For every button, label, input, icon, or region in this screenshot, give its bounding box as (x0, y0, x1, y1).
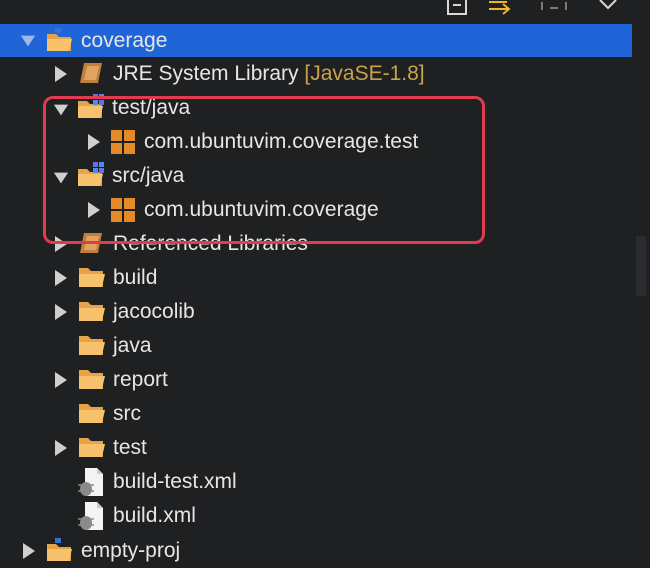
chevron-right-icon[interactable] (53, 370, 69, 390)
scrollbar-thumb[interactable] (636, 236, 646, 296)
tree-label: empty-proj (81, 539, 181, 562)
tree-item-package-coverage-test[interactable]: com.ubuntuvim.coverage.test (0, 125, 632, 159)
tree-label: coverage (81, 28, 168, 52)
tree-item-test-java[interactable]: test/java (0, 91, 632, 125)
tree-label: src/java (112, 164, 185, 187)
tree-item-referenced-libraries[interactable]: Referenced Libraries (0, 227, 632, 261)
tree-item-src-java[interactable]: src/java (0, 159, 632, 193)
folder-icon (79, 268, 105, 287)
collapse-all-icon[interactable] (444, 0, 472, 18)
focus-icon[interactable] (540, 0, 568, 18)
folder-icon (79, 404, 105, 423)
ant-file-icon (78, 468, 103, 496)
chevron-right-icon[interactable] (53, 64, 69, 84)
tree-label: Referenced Libraries (113, 232, 308, 255)
tree-label: com.ubuntuvim.coverage (144, 198, 379, 221)
chevron-right-icon[interactable] (53, 234, 69, 254)
tree-label: jacocolib (113, 300, 195, 323)
chevron-right-icon[interactable] (86, 200, 102, 220)
chevron-right-icon[interactable] (53, 302, 69, 322)
project-folder-icon (47, 538, 72, 561)
tree-item-coverage[interactable]: coverage (0, 24, 632, 57)
jre-version-decoration: [JavaSE-1.8] (304, 62, 425, 85)
scrollbar[interactable] (632, 0, 650, 556)
tree-label: test (113, 436, 147, 459)
project-folder-icon (47, 28, 72, 51)
tree-label: test/java (112, 96, 191, 119)
package-icon (111, 198, 135, 222)
tree-item-test[interactable]: test (0, 431, 632, 465)
chevron-down-icon[interactable] (53, 100, 69, 120)
chevron-down-icon[interactable] (53, 168, 69, 188)
library-icon (80, 233, 102, 253)
tree-item-src[interactable]: src (0, 397, 632, 431)
view-toolbar (0, 0, 650, 22)
package-icon (111, 130, 135, 154)
folder-icon (79, 370, 105, 389)
tree-item-jacocolib[interactable]: jacocolib (0, 295, 632, 329)
tree-label: report (113, 368, 168, 391)
tree-item-build-test-xml[interactable]: build-test.xml (0, 465, 632, 499)
chevron-right-icon[interactable] (21, 541, 37, 561)
folder-icon (79, 336, 105, 355)
tree-label: src (113, 402, 141, 425)
tree-label: build.xml (113, 504, 196, 527)
source-folder-icon (78, 94, 104, 118)
tree-item-build[interactable]: build (0, 261, 632, 295)
chevron-right-icon[interactable] (53, 268, 69, 288)
tree-item-java[interactable]: java (0, 329, 632, 363)
tree-label: com.ubuntuvim.coverage.test (144, 130, 419, 153)
tree-item-package-coverage[interactable]: com.ubuntuvim.coverage (0, 193, 632, 227)
tree-item-jre-system-library[interactable]: JRE System Library [JavaSE-1.8] (0, 57, 632, 91)
chevron-down-icon[interactable] (20, 31, 36, 51)
tree-item-empty-proj[interactable]: empty-proj (0, 534, 632, 568)
tree-label: build-test.xml (113, 470, 237, 493)
tree-label: JRE System Library [JavaSE-1.8] (113, 62, 425, 85)
chevron-right-icon[interactable] (86, 132, 102, 152)
folder-icon (79, 302, 105, 321)
library-icon (80, 63, 102, 83)
folder-icon (79, 438, 105, 457)
source-folder-icon (78, 162, 104, 186)
tree-label: build (113, 266, 158, 289)
chevron-right-icon[interactable] (53, 438, 69, 458)
tree-item-report[interactable]: report (0, 363, 632, 397)
ant-file-icon (78, 502, 103, 530)
tree-item-build-xml[interactable]: build.xml (0, 499, 632, 533)
view-menu-icon[interactable] (596, 0, 620, 12)
tree-label: java (113, 334, 152, 357)
link-with-editor-icon[interactable] (487, 0, 515, 18)
